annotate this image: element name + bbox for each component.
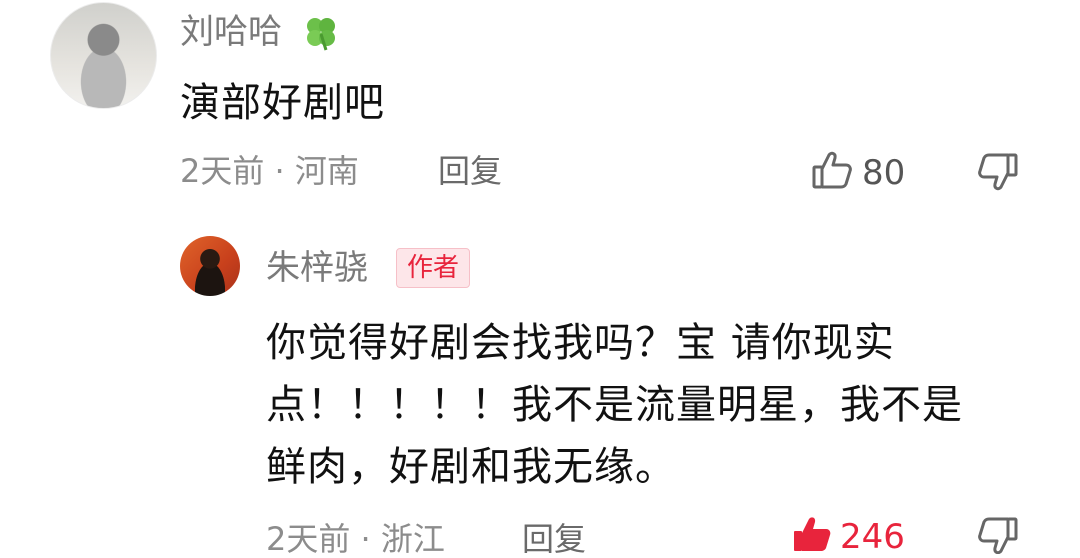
comment2-username[interactable]: 朱梓骁 — [266, 248, 368, 288]
comment2-like-count: 246 — [840, 517, 905, 557]
comment1-text: 演部好剧吧 — [180, 80, 385, 126]
comment2-reply-button[interactable]: 回复 — [522, 520, 586, 558]
comment1-separator: · — [274, 152, 285, 190]
comment2-time: 2天前 — [266, 520, 351, 558]
comment2-text-line2: 点！！！！！我不是流量明星，我不是 — [266, 382, 963, 428]
comment2-text-line3: 鲜肉，好剧和我无缘。 — [266, 444, 676, 490]
thumbs-up-filled-icon[interactable] — [790, 512, 834, 556]
clover-icon — [300, 12, 342, 54]
thumbs-down-icon[interactable] — [976, 150, 1020, 194]
comment1-time: 2天前 — [180, 152, 265, 190]
comment1-meta: 2天前 · 河南 — [180, 152, 359, 190]
comment2-text-line1: 你觉得好剧会找我吗？宝 请你现实 — [266, 320, 895, 366]
comment1-location: 河南 — [294, 152, 359, 190]
thumbs-down-icon[interactable] — [976, 514, 1020, 554]
comment2-location: 浙江 — [380, 520, 445, 558]
comment2-meta: 2天前 · 浙江 — [266, 520, 445, 558]
comment1-username-row[interactable]: 刘哈哈 — [180, 12, 282, 52]
comment1-avatar[interactable] — [50, 2, 157, 109]
comment1-like-count: 80 — [862, 153, 906, 193]
comment2-separator: · — [360, 520, 371, 558]
comment1-username[interactable]: 刘哈哈 — [180, 12, 282, 52]
author-badge: 作者 — [396, 248, 471, 288]
comment2-avatar[interactable] — [180, 236, 240, 296]
comment1-reply-button[interactable]: 回复 — [438, 152, 502, 190]
thumbs-up-icon[interactable] — [810, 148, 854, 192]
